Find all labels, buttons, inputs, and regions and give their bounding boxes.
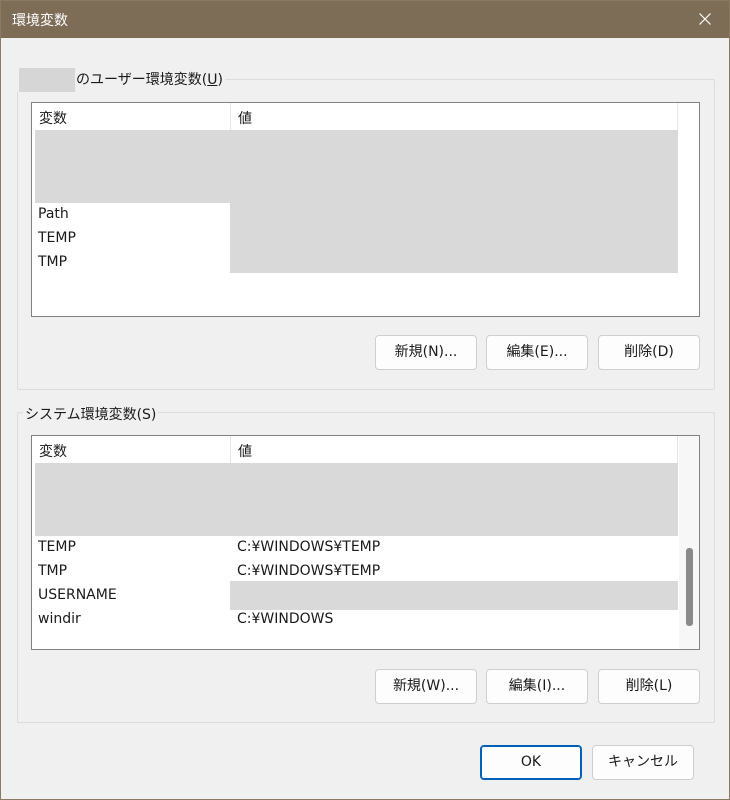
system-edit-button[interactable]: 編集(I)... bbox=[486, 669, 588, 704]
column-divider[interactable] bbox=[230, 103, 231, 130]
redacted-username bbox=[19, 68, 75, 92]
system-delete-button[interactable]: 削除(L) bbox=[598, 669, 700, 704]
window-title: 環境変数 bbox=[12, 13, 68, 29]
title-bar[interactable]: 環境変数 bbox=[1, 1, 729, 38]
variable-name: TMP bbox=[38, 563, 68, 579]
list-header: 変数 値 bbox=[32, 436, 699, 463]
close-icon bbox=[699, 13, 711, 25]
system-variables-list[interactable]: 変数 値 TEMP C:¥WINDOWS¥TEMP TMP C:¥WINDOWS… bbox=[31, 435, 700, 650]
table-row[interactable]: Path bbox=[32, 203, 699, 227]
variable-name: TEMP bbox=[38, 230, 76, 246]
variable-name: Path bbox=[38, 206, 69, 222]
variable-value: C:¥WINDOWS bbox=[237, 611, 334, 627]
column-header-variable[interactable]: 変数 bbox=[39, 108, 67, 128]
table-row[interactable]: windir C:¥WINDOWS bbox=[32, 608, 699, 632]
list-header: 変数 値 bbox=[32, 103, 699, 130]
redacted-rows bbox=[35, 130, 678, 203]
vertical-scrollbar[interactable] bbox=[679, 436, 699, 649]
redacted-rows bbox=[35, 463, 678, 536]
column-header-value[interactable]: 値 bbox=[238, 108, 252, 128]
variable-name: USERNAME bbox=[38, 587, 117, 603]
system-variables-legend: システム環境変数(S) bbox=[23, 404, 159, 424]
user-variables-legend: のユーザー環境変数(U) bbox=[17, 68, 225, 92]
ok-button[interactable]: OK bbox=[480, 745, 582, 780]
table-row[interactable]: TMP bbox=[32, 251, 699, 275]
variable-name: TMP bbox=[38, 254, 68, 270]
table-row[interactable]: TEMP C:¥WINDOWS¥TEMP bbox=[32, 536, 699, 560]
cancel-button[interactable]: キャンセル bbox=[592, 745, 694, 780]
variable-name: TEMP bbox=[38, 539, 76, 555]
column-divider[interactable] bbox=[677, 436, 678, 463]
column-header-variable[interactable]: 変数 bbox=[39, 441, 67, 461]
user-new-button[interactable]: 新規(N)... bbox=[375, 335, 477, 370]
user-delete-button[interactable]: 削除(D) bbox=[598, 335, 700, 370]
scrollbar-thumb[interactable] bbox=[686, 548, 693, 626]
variable-name: windir bbox=[38, 611, 81, 627]
close-button[interactable] bbox=[685, 3, 725, 35]
variable-value: C:¥WINDOWS¥TEMP bbox=[237, 563, 381, 579]
column-divider[interactable] bbox=[230, 436, 231, 463]
table-row[interactable]: TEMP bbox=[32, 227, 699, 251]
user-edit-button[interactable]: 編集(E)... bbox=[486, 335, 588, 370]
column-divider[interactable] bbox=[677, 103, 678, 130]
variable-value: C:¥WINDOWS¥TEMP bbox=[237, 539, 381, 555]
user-variables-list[interactable]: 変数 値 Path TEMP TMP bbox=[31, 102, 700, 317]
column-header-value[interactable]: 値 bbox=[238, 441, 252, 461]
redacted-value bbox=[230, 581, 678, 610]
environment-variables-dialog: 環境変数 のユーザー環境変数(U) 変数 値 Path TEMP TMP 新規(… bbox=[0, 0, 730, 800]
system-new-button[interactable]: 新規(W)... bbox=[375, 669, 477, 704]
table-row[interactable]: USERNAME bbox=[32, 581, 699, 610]
